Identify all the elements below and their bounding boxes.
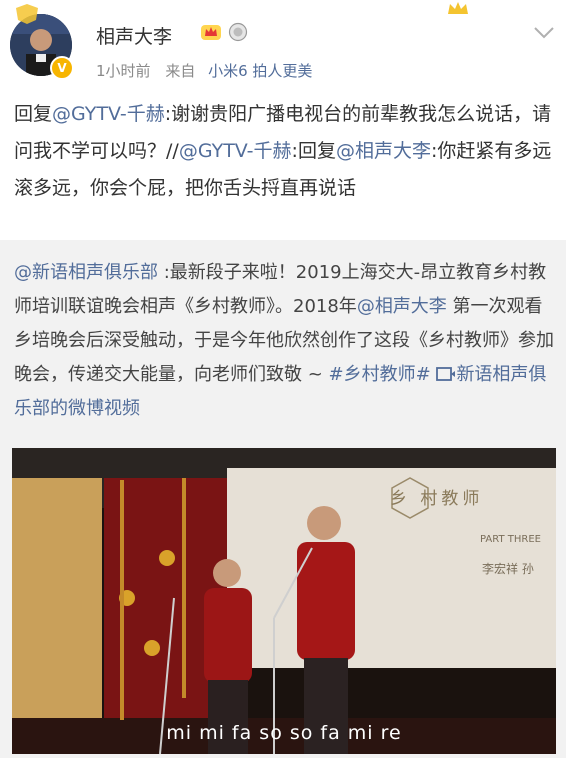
video-screen-names: 李宏祥 孙: [482, 562, 534, 576]
crown-decoration-icon: [448, 2, 468, 14]
chevron-down-icon[interactable]: [533, 26, 555, 40]
video-screen-subtitle: PART THREE: [480, 534, 541, 545]
mention-link[interactable]: @相声大李: [357, 296, 447, 317]
post-text: :回复: [291, 140, 336, 162]
post-content: 回复@GYTV-千赫:谢谢贵阳广播电视台的前辈教我怎么说话，请问我不学可以吗？/…: [14, 96, 554, 207]
video-player[interactable]: 乡 村教师 PART THREE 李宏祥 孙 mi mi fa so so fa…: [12, 448, 556, 754]
hashtag-link[interactable]: #乡村教师#: [329, 364, 431, 385]
post-meta: 1小时前 来自 小米6 拍人更美: [96, 60, 312, 81]
repost-text: @新语相声俱乐部 :最新段子来啦！2019上海交大-昂立教育乡村教师培训联谊晚会…: [14, 256, 554, 426]
vip-crown-icon[interactable]: [200, 22, 222, 42]
repost-author-link[interactable]: @新语相声俱乐部: [14, 262, 158, 283]
from-label: 来自: [165, 62, 196, 80]
video-subtitle: mi mi fa so so fa mi re: [166, 722, 402, 744]
video-screen-title: 乡 村教师: [390, 489, 484, 509]
video-link-icon: [436, 367, 456, 381]
verified-badge-icon: V: [50, 56, 74, 80]
post-source[interactable]: 小米6 拍人更美: [208, 62, 312, 80]
mention-link[interactable]: @GYTV-千赫: [52, 103, 165, 125]
post-time: 1小时前: [96, 62, 151, 80]
header-background: [0, 0, 566, 110]
username[interactable]: 相声大李: [96, 22, 172, 49]
reply-prefix: 回复: [14, 103, 53, 125]
mention-link[interactable]: @GYTV-千赫: [179, 140, 292, 162]
avatar-ribbon-icon: [16, 4, 38, 24]
medal-icon[interactable]: [228, 22, 248, 42]
mention-link[interactable]: @相声大李: [336, 140, 431, 162]
